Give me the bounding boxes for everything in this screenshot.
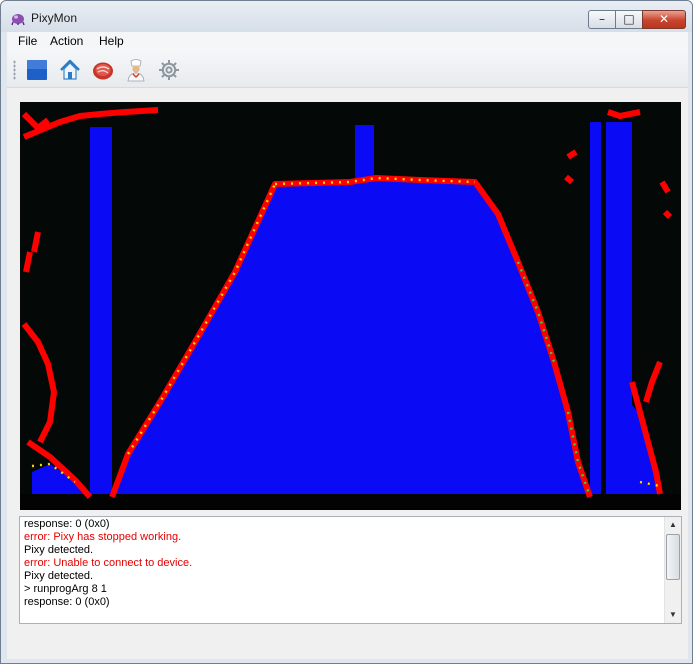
minimize-icon: – (599, 12, 605, 26)
client-area: File Action Help response: 0 (0x0) error… (7, 32, 688, 659)
console-lines: response: 0 (0x0) error: Pixy has stopped… (24, 518, 661, 609)
console-line: response: 0 (0x0) (24, 596, 110, 608)
pixymon-app-icon (11, 14, 25, 26)
status-bar (7, 631, 688, 659)
maximize-button[interactable]: □ (615, 10, 643, 29)
toolbar-grip[interactable] (13, 60, 16, 80)
menu-action[interactable]: Action (44, 34, 89, 48)
console-error-line: error: Unable to connect to device. (24, 557, 193, 569)
maximize-icon: □ (623, 12, 635, 26)
gear-icon[interactable] (157, 58, 181, 82)
scroll-up-icon[interactable]: ▲ (665, 517, 681, 533)
home-icon[interactable] (58, 58, 82, 82)
video-frame (19, 101, 682, 511)
menu-help[interactable]: Help (93, 34, 130, 48)
menu-file[interactable]: File (12, 34, 43, 48)
scroll-down-icon[interactable]: ▼ (665, 607, 681, 623)
console-error-line: error: Pixy has stopped working. (24, 531, 182, 543)
pixy-video-view[interactable] (20, 102, 681, 510)
console-line: Pixy detected. (24, 544, 94, 556)
pixymon-window: PixyMon – □ ✕ File Action Help response:… (0, 0, 693, 664)
menu-bar: File Action Help (7, 32, 688, 52)
close-icon: ✕ (658, 12, 670, 26)
console-line: > runprogArg 8 1 (24, 583, 107, 595)
console-line: Pixy detected. (24, 570, 94, 582)
blue-square-icon[interactable] (25, 58, 49, 82)
chef-icon[interactable] (124, 58, 148, 82)
window-title: PixyMon (31, 11, 78, 25)
window-controls: – □ ✕ (588, 10, 686, 29)
title-bar[interactable]: PixyMon – □ ✕ (1, 1, 692, 32)
minimize-button[interactable]: – (588, 10, 616, 29)
console-output[interactable]: response: 0 (0x0) error: Pixy has stopped… (19, 516, 682, 624)
scrollbar-thumb[interactable] (666, 534, 680, 580)
console-scrollbar[interactable]: ▲ ▼ (664, 517, 681, 623)
raw-frame-icon[interactable] (91, 58, 115, 82)
close-button[interactable]: ✕ (642, 10, 686, 29)
console-line: response: 0 (0x0) (24, 518, 110, 530)
toolbar (7, 52, 688, 88)
